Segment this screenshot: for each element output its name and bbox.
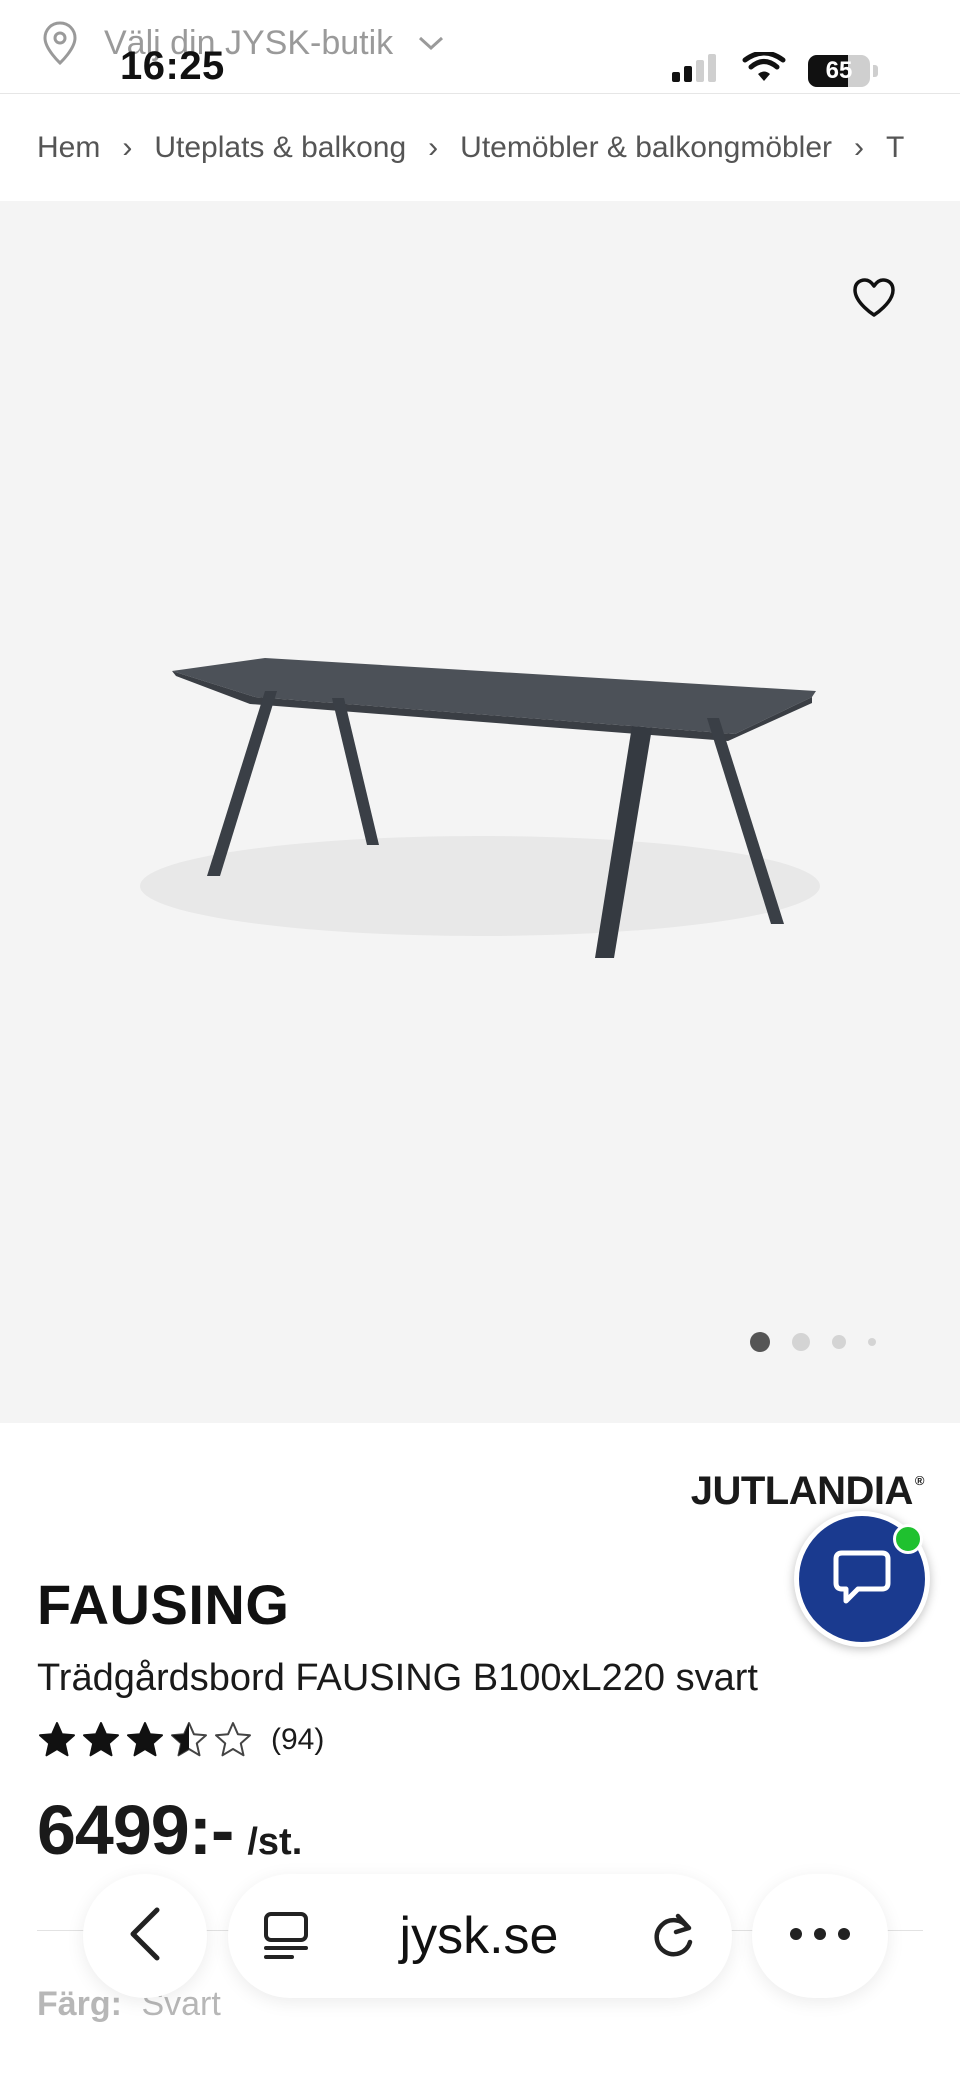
table-leg [332, 698, 379, 845]
chat-button[interactable] [794, 1511, 930, 1647]
breadcrumb-home[interactable]: Hem [37, 131, 100, 165]
store-picker[interactable]: Välj din JYSK-butik [40, 20, 445, 66]
gallery-dot-active[interactable] [750, 1332, 770, 1352]
gallery-dot[interactable] [832, 1335, 846, 1349]
price-unit: /st. [247, 1821, 303, 1863]
status-time: 16:25 [120, 44, 225, 88]
breadcrumb-tables[interactable]: T [886, 131, 904, 165]
star-half-icon [171, 1722, 207, 1757]
cellular-signal-icon [672, 52, 720, 89]
battery-indicator: 65 [808, 54, 870, 87]
chevron-left-icon [125, 1906, 165, 1967]
registered-mark: ® [914, 1473, 925, 1488]
breadcrumb-patio[interactable]: Uteplats & balkong [154, 131, 406, 165]
top-bar: Välj din JYSK-butik 16:25 65 [0, 0, 960, 94]
breadcrumb-separator-icon: › [428, 131, 439, 164]
product-image [140, 658, 820, 958]
breadcrumb-separator-icon: › [122, 131, 133, 164]
chat-bubble-icon [830, 1547, 894, 1612]
price-value: 6499:- [37, 1791, 234, 1869]
product-rating[interactable]: (94) [37, 1720, 324, 1760]
status-icons: 65 [672, 50, 878, 89]
star-full-icon [39, 1722, 75, 1757]
reload-icon[interactable] [648, 1910, 698, 1962]
gallery-dot[interactable] [868, 1338, 876, 1346]
brand-name: JUTLANDIA [690, 1469, 914, 1513]
gallery-dot[interactable] [792, 1333, 810, 1351]
product-description: Trädgårdsbord FAUSING B100xL220 svart [37, 1657, 758, 1699]
chevron-down-icon [417, 34, 445, 52]
table-shadow [140, 836, 820, 936]
gallery-pagination [750, 1332, 876, 1352]
battery-level: 65 [825, 56, 853, 84]
battery-cap [873, 64, 878, 77]
star-empty-icon [215, 1722, 251, 1757]
wifi-icon [742, 50, 786, 89]
more-icon [789, 1927, 851, 1946]
heart-icon [851, 277, 897, 324]
breadcrumb-separator-icon: › [854, 131, 865, 164]
color-label: Färg: [37, 1985, 122, 2023]
product-title: FAUSING [37, 1573, 290, 1636]
breadcrumb-outdoor-furniture[interactable]: Utemöbler & balkongmöbler [460, 131, 832, 165]
review-count: (94) [271, 1723, 325, 1756]
star-full-icon [83, 1722, 119, 1757]
browser-more-button[interactable] [752, 1874, 888, 1998]
tabs-icon[interactable] [262, 1910, 310, 1962]
star-full-icon [127, 1722, 163, 1757]
browser-url[interactable]: jysk.se [400, 1906, 559, 1966]
favorite-button[interactable] [849, 275, 899, 325]
product-image-gallery[interactable] [0, 201, 960, 1423]
product-price: 6499:- /st. [37, 1790, 302, 1870]
brand-logo: JUTLANDIA ® [690, 1469, 925, 1514]
rating-stars [37, 1720, 253, 1760]
chat-online-indicator [893, 1524, 923, 1554]
browser-back-button[interactable] [83, 1874, 207, 1998]
breadcrumb: Hem › Uteplats & balkong › Utemöbler & b… [0, 95, 960, 201]
browser-address-bar[interactable]: jysk.se [228, 1874, 732, 1998]
location-pin-icon [40, 20, 80, 66]
